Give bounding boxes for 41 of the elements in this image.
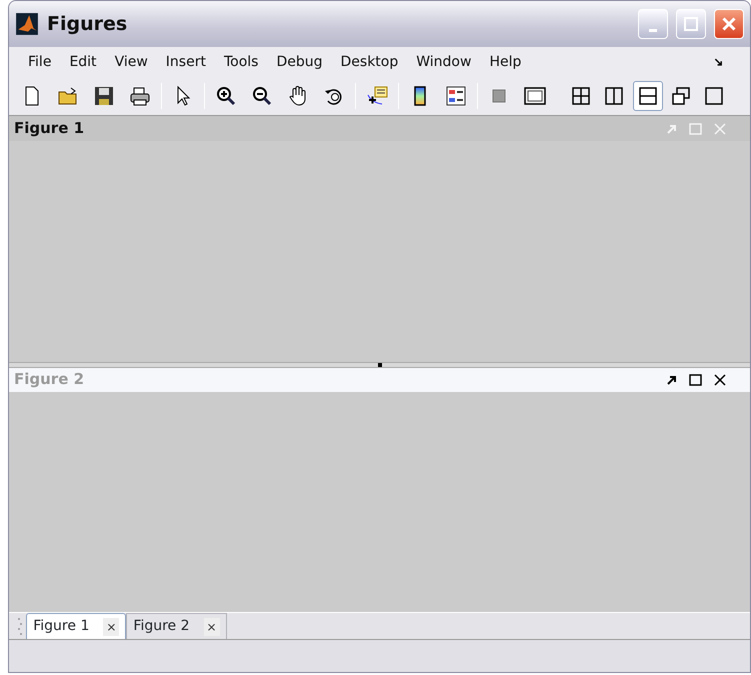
tab-label: Figure 2	[133, 617, 190, 636]
figure-tab[interactable]: Figure 1 ×	[26, 613, 126, 639]
panel-title: Figure 2	[14, 369, 84, 390]
close-icon	[712, 372, 728, 388]
menu-item[interactable]: Debug	[267, 50, 332, 74]
tab-label: Figure 1	[33, 617, 90, 636]
printer-icon	[129, 85, 151, 107]
figure-tab[interactable]: Figure 2 ×	[126, 613, 227, 639]
maximize-icon	[684, 17, 698, 31]
menu-item[interactable]: Desktop	[332, 50, 408, 74]
maximize-icon	[688, 120, 704, 136]
layout-button[interactable]	[632, 81, 662, 111]
menu-item[interactable]: View	[106, 50, 157, 74]
maximize-layout-icon	[703, 85, 725, 107]
float-windows-icon	[670, 85, 692, 107]
data-cursor-icon	[366, 85, 388, 107]
zoom-out-icon	[251, 85, 273, 107]
panel-title: Figure 1	[14, 118, 84, 140]
grid-layout-icon	[570, 85, 592, 107]
logo-icon	[15, 12, 39, 36]
menu-item[interactable]: Help	[480, 50, 530, 74]
minimize-icon	[649, 28, 657, 32]
splitter-handle[interactable]	[378, 362, 382, 366]
columns-layout-icon	[603, 85, 626, 107]
menu-item[interactable]: File	[19, 50, 60, 74]
maximize-icon	[688, 372, 704, 388]
folder-icon	[57, 85, 79, 107]
window-title: Figures	[47, 12, 128, 37]
tab-close-button[interactable]: ×	[204, 618, 220, 636]
zoom-in-icon	[215, 85, 237, 107]
rows-layout-icon	[636, 85, 658, 107]
close-icon	[722, 17, 736, 31]
window-frame-icon	[524, 85, 546, 107]
grip-icon	[17, 616, 23, 636]
menu-item[interactable]: Window	[407, 50, 480, 74]
menu-item[interactable]: Insert	[156, 50, 215, 74]
tab-close-button[interactable]: ×	[103, 618, 120, 636]
menu-item[interactable]: Tools	[214, 50, 268, 74]
menu-item[interactable]: Edit	[60, 50, 106, 74]
close-icon	[712, 120, 728, 136]
legend-icon	[445, 85, 467, 107]
